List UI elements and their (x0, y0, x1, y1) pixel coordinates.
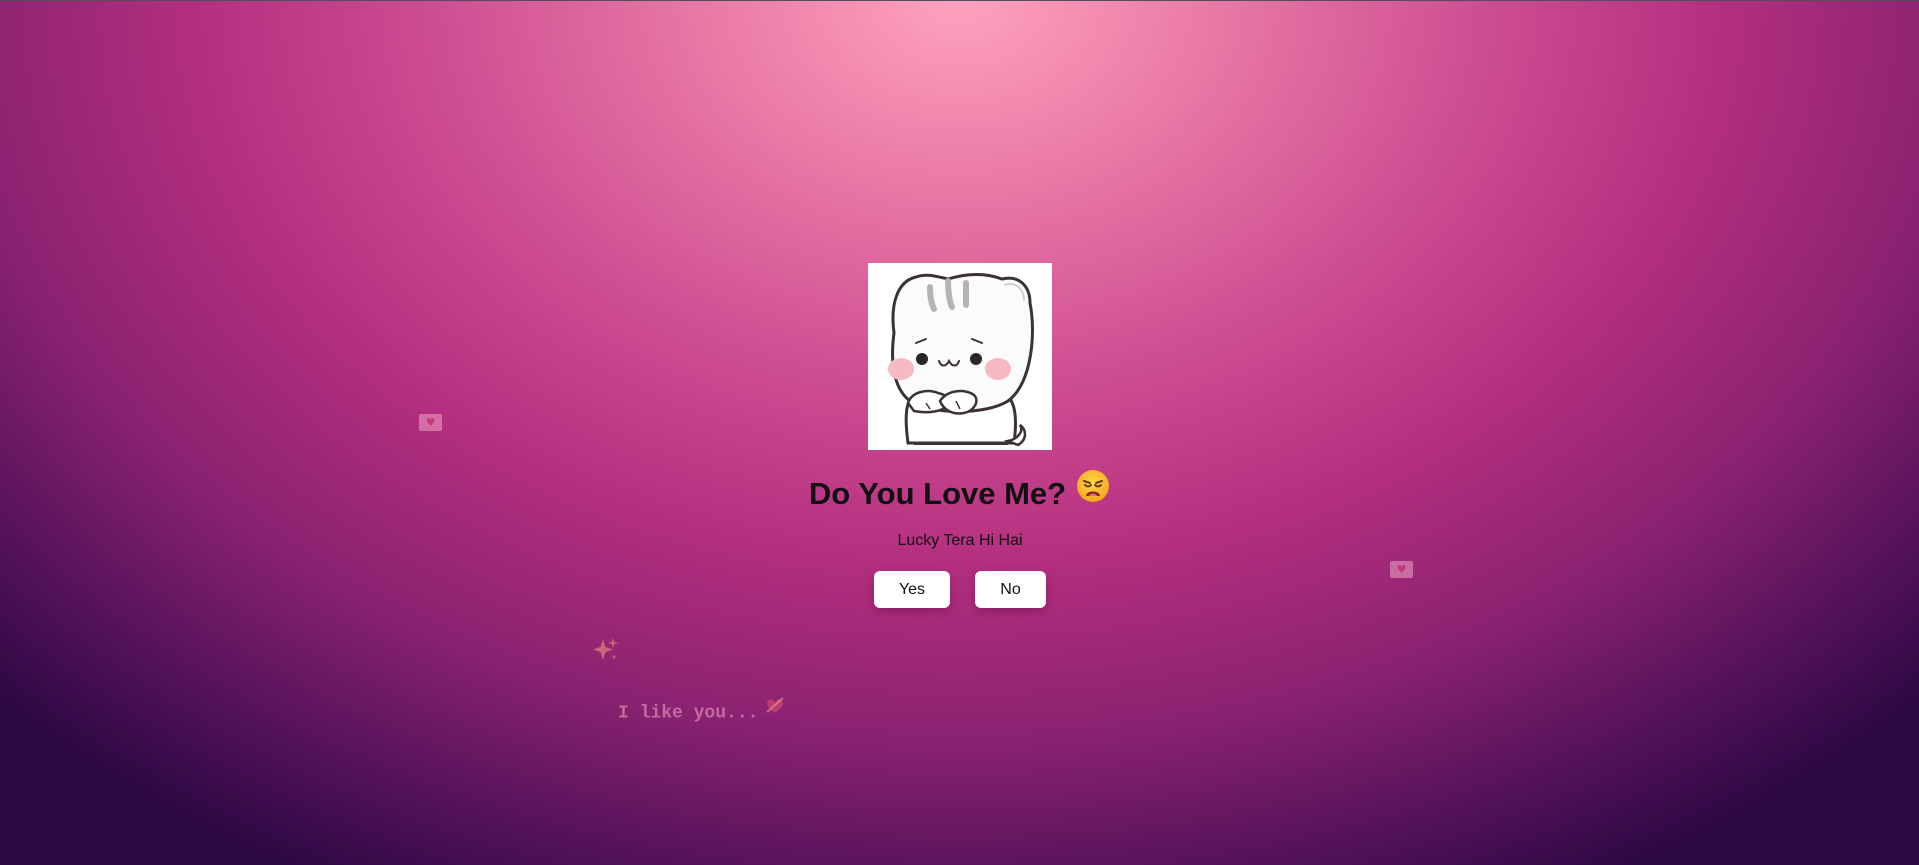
love-letter-icon: ♥ (419, 414, 442, 431)
love-letter-icon: ♥ (1390, 561, 1413, 578)
page-title: Do You Love Me? (700, 469, 1219, 518)
floating-message: I like you... (618, 697, 786, 726)
yes-button[interactable]: Yes (874, 571, 950, 608)
no-button[interactable]: No (975, 571, 1046, 608)
floating-message-text: I like you... (618, 703, 759, 724)
kitten-image (868, 263, 1052, 450)
weary-face-icon (1076, 469, 1110, 517)
heart-ribbon-icon (764, 694, 786, 725)
sparkles-icon (590, 635, 620, 665)
window-top-border (0, 0, 1919, 1)
subtitle: Lucky Tera Hi Hai (897, 532, 1023, 549)
page-title-text: Do You Love Me? (808, 476, 1067, 511)
